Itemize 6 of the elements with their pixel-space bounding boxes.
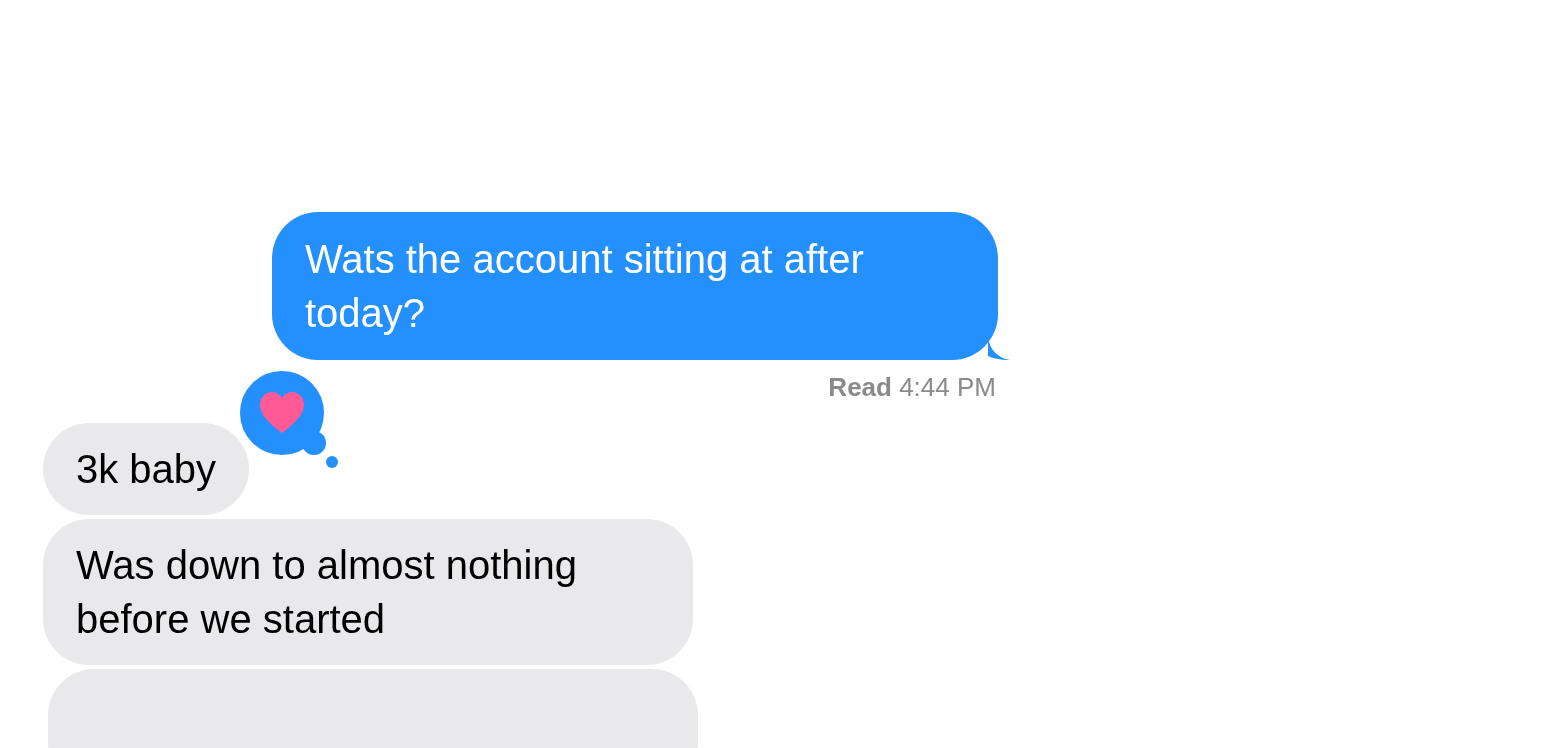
received-message: 3k baby <box>43 423 250 515</box>
sent-message: Wats the account sitting at after today? <box>272 212 998 360</box>
heart-icon <box>260 392 304 433</box>
received-message: Was down to almost nothing before we started <box>43 519 693 665</box>
read-receipt: Read 4:44 PM <box>827 372 997 403</box>
bubble-tail <box>988 338 1010 360</box>
